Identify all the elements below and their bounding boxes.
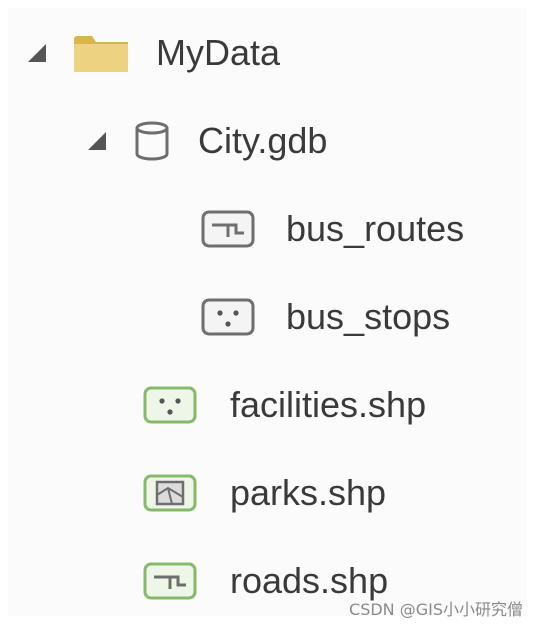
tree-item-facilities-shp[interactable]: facilities.shp [142,370,426,440]
folder-icon [72,30,130,76]
expanded-arrow-icon[interactable] [88,132,106,150]
polyline-featureclass-icon [200,209,256,249]
tree-item-label: facilities.shp [230,384,427,425]
tree-item-city-gdb[interactable]: City.gdb [88,106,327,176]
point-featureclass-icon [200,297,256,337]
tree-item-label: MyData [156,32,281,73]
tree-item-mydata[interactable]: MyData [28,18,280,88]
tree-item-bus-stops[interactable]: bus_stops [200,282,450,352]
tree-item-label: bus_routes [286,208,465,249]
polyline-shapefile-icon [142,561,198,601]
expanded-arrow-icon[interactable] [28,44,46,62]
geodatabase-icon [132,119,172,163]
polygon-shapefile-icon [142,473,198,513]
watermark-text: CSDN @GIS小小研究僧 [349,600,523,619]
tree-item-label: parks.shp [230,472,387,513]
tree-item-bus-routes[interactable]: bus_routes [200,194,464,264]
catalog-tree-panel: MyData City.gdb bus_routes bus_stops fac… [8,8,527,616]
tree-item-parks-shp[interactable]: parks.shp [142,458,386,528]
tree-item-label: bus_stops [286,296,451,337]
tree-item-label: City.gdb [198,120,328,161]
point-shapefile-icon [142,385,198,425]
